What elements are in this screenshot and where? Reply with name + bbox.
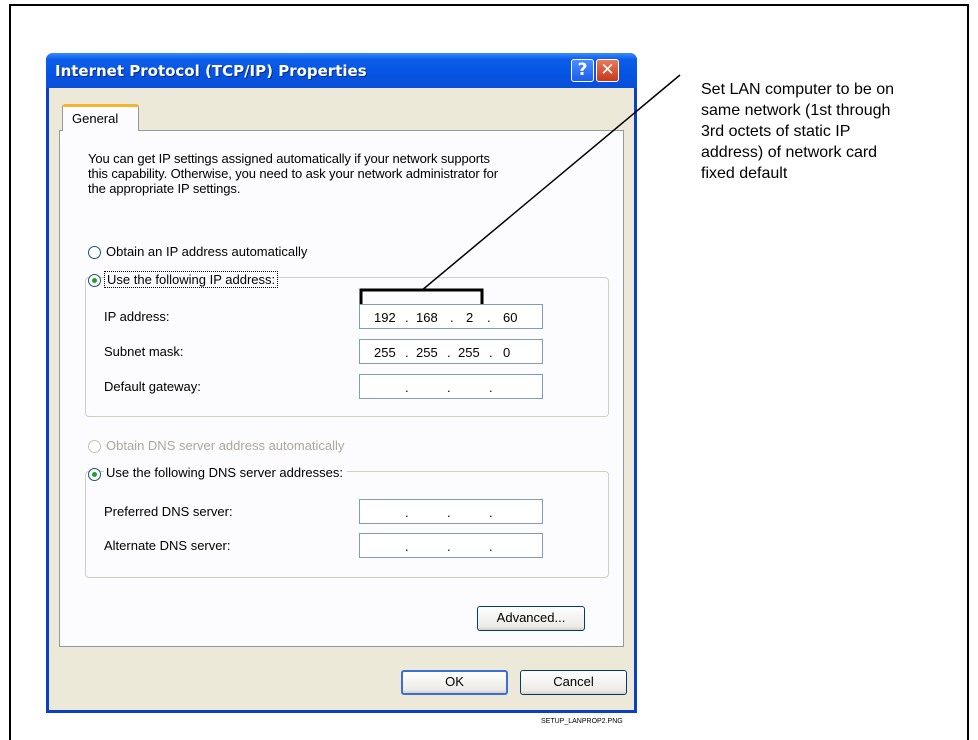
cancel-button[interactable]: Cancel xyxy=(520,670,627,695)
subnet-mask-field[interactable]: 255 . 255 . 255 . 0 xyxy=(359,339,543,364)
default-gateway-field[interactable]: ... xyxy=(359,374,543,399)
title-bar[interactable]: Internet Protocol (TCP/IP) Properties ? … xyxy=(46,53,637,88)
use-following-ip-label[interactable]: Use the following IP address: xyxy=(104,271,279,288)
intro-line: You can get IP settings assigned automat… xyxy=(88,151,490,166)
alternate-dns-label: Alternate DNS server: xyxy=(104,538,231,553)
tcpip-properties-dialog: Internet Protocol (TCP/IP) Properties ? … xyxy=(46,53,637,713)
obtain-dns-auto-radio[interactable] xyxy=(88,440,101,453)
preferred-dns-field[interactable]: ... xyxy=(359,499,543,524)
intro-text: You can get IP settings assigned automat… xyxy=(88,151,498,196)
help-icon[interactable]: ? xyxy=(571,59,594,82)
image-caption: SETUP_LANPROP2.PNG xyxy=(541,718,623,725)
advanced-button[interactable]: Advanced... xyxy=(477,606,585,631)
radio-selected-dot xyxy=(92,472,97,477)
ip-octet-1: 192 xyxy=(374,310,396,325)
subnet-octet-2: 255 xyxy=(416,345,438,360)
alternate-dns-field[interactable]: ... xyxy=(359,533,543,558)
preferred-dns-label: Preferred DNS server: xyxy=(104,504,233,519)
default-gateway-label: Default gateway: xyxy=(104,379,201,394)
ip-octet-3: 2 xyxy=(466,310,474,325)
subnet-octet-4: 0 xyxy=(503,345,511,360)
subnet-mask-label: Subnet mask: xyxy=(104,344,184,359)
close-icon[interactable]: ✕ xyxy=(596,59,619,82)
use-following-dns-radio[interactable] xyxy=(88,468,101,481)
use-following-ip-radio[interactable] xyxy=(88,274,101,287)
radio-selected-dot xyxy=(92,278,97,283)
ip-address-field[interactable]: 192 . 168 . 2 . 60 xyxy=(359,304,543,329)
subnet-octet-3: 255 xyxy=(458,345,480,360)
ip-address-label: IP address: xyxy=(104,309,170,324)
ip-octet-2: 168 xyxy=(416,310,438,325)
ok-button[interactable]: OK xyxy=(401,670,508,695)
general-tab-panel: You can get IP settings assigned automat… xyxy=(59,130,624,647)
use-following-dns-label[interactable]: Use the following DNS server addresses: xyxy=(104,465,347,480)
subnet-octet-1: 255 xyxy=(374,345,396,360)
dns-server-group xyxy=(85,471,609,578)
obtain-ip-auto-label[interactable]: Obtain an IP address automatically xyxy=(106,244,307,259)
dialog-title: Internet Protocol (TCP/IP) Properties xyxy=(55,62,367,80)
obtain-ip-auto-radio[interactable] xyxy=(88,246,101,259)
ip-octet-4: 60 xyxy=(503,310,518,325)
tab-general[interactable]: General xyxy=(62,104,139,131)
intro-line: the appropriate IP settings. xyxy=(88,181,241,196)
intro-line: this capability. Otherwise, you need to … xyxy=(88,166,498,181)
annotation-text: Set LAN computer to be on same network (… xyxy=(701,81,894,182)
obtain-dns-auto-label[interactable]: Obtain DNS server address automatically xyxy=(106,438,344,453)
